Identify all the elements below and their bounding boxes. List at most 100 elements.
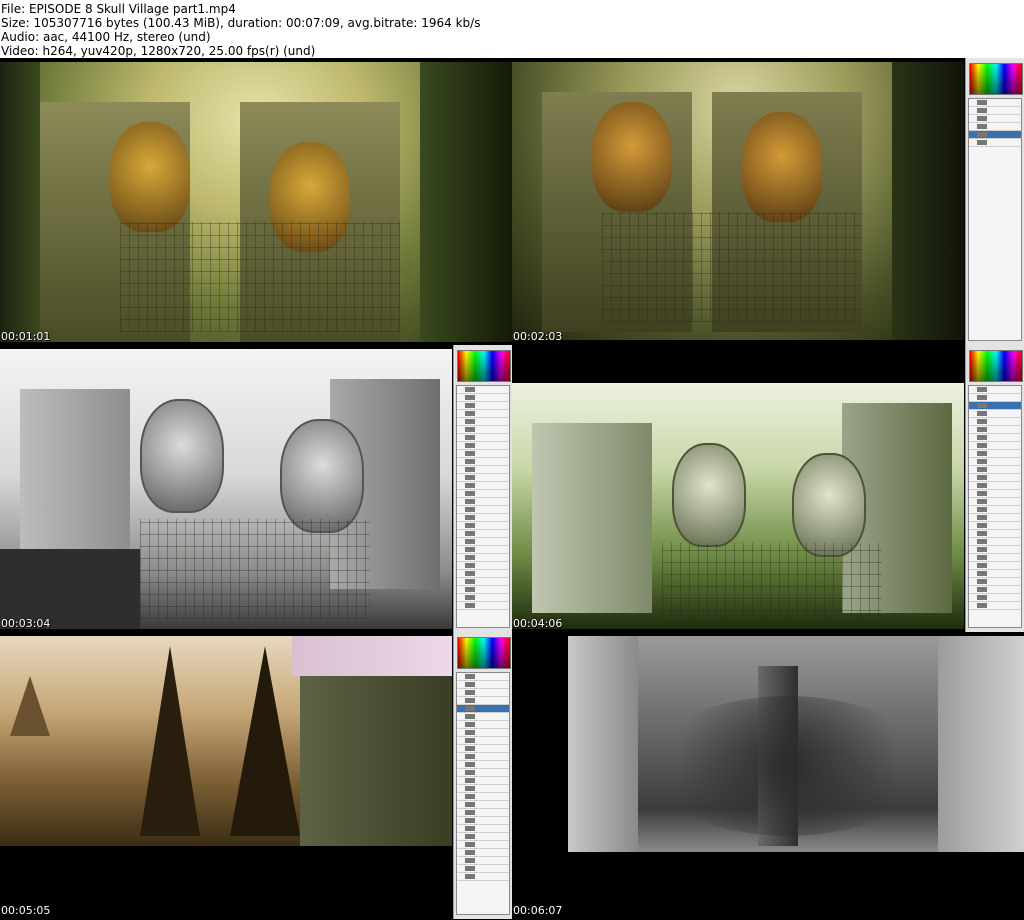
layer-row bbox=[457, 530, 509, 538]
layer-row bbox=[457, 857, 509, 865]
color-swatches-icon bbox=[969, 63, 1023, 95]
layer-thumbnail-icon bbox=[465, 515, 475, 520]
layer-row bbox=[969, 522, 1021, 530]
layer-thumbnail-icon bbox=[465, 690, 475, 695]
layer-row bbox=[969, 410, 1021, 418]
thumbnail-4[interactable]: 00:04:06 bbox=[512, 345, 1024, 632]
layer-row bbox=[969, 490, 1021, 498]
layer-row bbox=[969, 578, 1021, 586]
skull-shape bbox=[110, 122, 190, 232]
layer-row bbox=[457, 873, 509, 881]
layer-row bbox=[457, 689, 509, 697]
layer-row bbox=[969, 538, 1021, 546]
layer-row bbox=[457, 418, 509, 426]
layer-row bbox=[969, 99, 1021, 107]
layer-thumbnail-icon bbox=[465, 754, 475, 759]
layer-thumbnail-icon bbox=[977, 491, 987, 496]
layer-row bbox=[457, 745, 509, 753]
layer-row bbox=[969, 474, 1021, 482]
color-swatches-icon bbox=[969, 350, 1023, 382]
layer-row bbox=[457, 737, 509, 745]
layer-row bbox=[457, 729, 509, 737]
layer-thumbnail-icon bbox=[465, 451, 475, 456]
layer-thumbnail-icon bbox=[465, 403, 475, 408]
layer-row bbox=[457, 801, 509, 809]
layer-thumbnail-icon bbox=[465, 571, 475, 576]
layer-row bbox=[457, 705, 509, 713]
timestamp: 00:02:03 bbox=[513, 330, 563, 343]
scaffold-shape bbox=[602, 212, 862, 322]
layer-thumbnail-icon bbox=[465, 491, 475, 496]
layer-row bbox=[969, 450, 1021, 458]
thumbnail-3[interactable]: 00:03:04 bbox=[0, 345, 512, 632]
layer-row bbox=[457, 402, 509, 410]
layer-row bbox=[457, 474, 509, 482]
layer-thumbnail-icon bbox=[465, 866, 475, 871]
layer-thumbnail-icon bbox=[977, 595, 987, 600]
layer-thumbnail-icon bbox=[977, 523, 987, 528]
thumbnail-6[interactable]: 00:06:07 bbox=[512, 632, 1024, 919]
layer-thumbnail-icon bbox=[465, 834, 475, 839]
layer-thumbnail-icon bbox=[465, 674, 475, 679]
skull-village-green-painting-icon bbox=[512, 383, 964, 629]
timestamp: 00:05:05 bbox=[1, 904, 51, 917]
layer-thumbnail-icon bbox=[977, 443, 987, 448]
layer-thumbnail-icon bbox=[465, 746, 475, 751]
layer-row bbox=[457, 833, 509, 841]
layer-thumbnail-icon bbox=[977, 587, 987, 592]
layer-row bbox=[969, 506, 1021, 514]
thumbnail-2[interactable]: 00:02:03 bbox=[512, 58, 1024, 345]
layer-row bbox=[969, 402, 1021, 410]
layer-row bbox=[969, 426, 1021, 434]
layer-thumbnail-icon bbox=[465, 874, 475, 879]
layer-thumbnail-icon bbox=[465, 842, 475, 847]
layers-panel bbox=[456, 385, 510, 628]
layer-row bbox=[969, 394, 1021, 402]
layer-row bbox=[969, 602, 1021, 610]
layer-thumbnail-icon bbox=[977, 411, 987, 416]
layer-thumbnail-icon bbox=[465, 475, 475, 480]
layer-thumbnail-icon bbox=[977, 483, 987, 488]
layer-thumbnail-icon bbox=[465, 531, 475, 536]
layer-row bbox=[457, 514, 509, 522]
layer-thumbnail-icon bbox=[977, 579, 987, 584]
layer-thumbnail-icon bbox=[465, 587, 475, 592]
layer-thumbnail-icon bbox=[465, 794, 475, 799]
layer-thumbnail-icon bbox=[465, 411, 475, 416]
color-swatches-icon bbox=[457, 350, 511, 382]
thumbnail-5[interactable]: 00:05:05 bbox=[0, 632, 512, 919]
skull-village-grayscale-sketch-icon bbox=[0, 349, 452, 629]
layer-thumbnail-icon bbox=[465, 563, 475, 568]
layers-panel bbox=[968, 385, 1022, 628]
layer-thumbnail-icon bbox=[465, 722, 475, 727]
layer-row bbox=[457, 785, 509, 793]
layer-thumbnail-icon bbox=[977, 499, 987, 504]
color-swatches-icon bbox=[457, 637, 511, 669]
timestamp: 00:06:07 bbox=[513, 904, 563, 917]
layer-thumbnail-icon bbox=[977, 451, 987, 456]
thumbnail-1[interactable]: 00:01:01 bbox=[0, 58, 512, 345]
thumbnail-sheet: 00:01:01 00:02:03 00:03:04 00:04:06 00:0… bbox=[0, 58, 1024, 920]
layer-thumbnail-icon bbox=[977, 395, 987, 400]
video-info-line: Video: h264, yuv420p, 1280x720, 25.00 fp… bbox=[1, 44, 316, 58]
layer-thumbnail-icon bbox=[465, 738, 475, 743]
layer-row bbox=[969, 139, 1021, 147]
layer-row bbox=[457, 865, 509, 873]
file-info-header: File: EPISODE 8 Skull Village part1.mp4 … bbox=[0, 0, 1024, 58]
layer-row bbox=[457, 442, 509, 450]
layer-thumbnail-icon bbox=[465, 603, 475, 608]
layer-thumbnail-icon bbox=[465, 770, 475, 775]
layer-thumbnail-icon bbox=[465, 858, 475, 863]
photoshop-panel bbox=[965, 345, 1024, 632]
layer-row bbox=[457, 386, 509, 394]
layer-row bbox=[969, 386, 1021, 394]
layer-thumbnail-icon bbox=[977, 531, 987, 536]
layer-row bbox=[969, 562, 1021, 570]
layer-row bbox=[457, 538, 509, 546]
layer-row bbox=[969, 123, 1021, 131]
layer-row bbox=[457, 793, 509, 801]
layer-thumbnail-icon bbox=[465, 467, 475, 472]
building-shape bbox=[938, 636, 1024, 852]
layer-row bbox=[969, 466, 1021, 474]
layer-row bbox=[457, 546, 509, 554]
